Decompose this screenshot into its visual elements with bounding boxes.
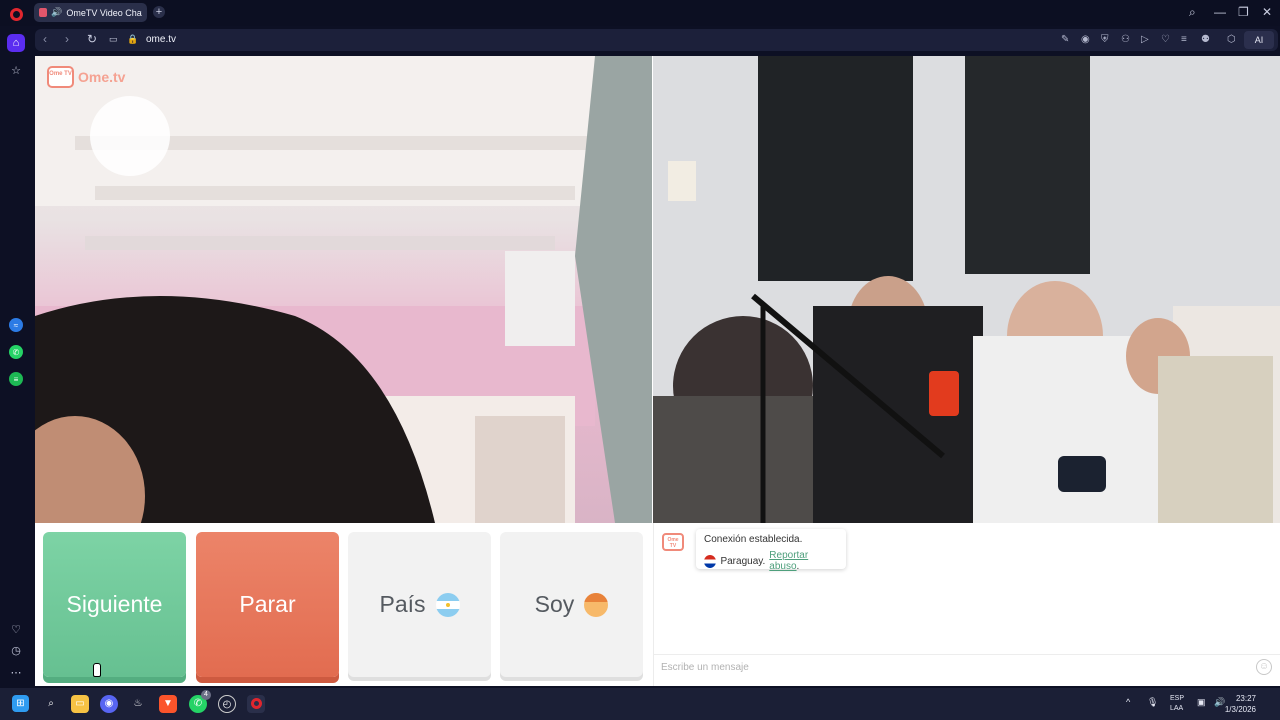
gender-button-label: Soy: [534, 591, 575, 617]
extensions-icon[interactable]: ⬡: [1227, 34, 1236, 45]
start-icon[interactable]: ⊞: [12, 695, 29, 712]
whatsapp-icon[interactable]: ✆: [9, 345, 23, 359]
language-indicator[interactable]: ESP LAA: [1170, 694, 1184, 714]
message-placeholder: Escribe un mensaje: [661, 662, 749, 673]
brave-icon[interactable]: ▼: [159, 695, 177, 713]
file-explorer-icon[interactable]: ▭: [71, 695, 89, 713]
address-bar[interactable]: ‹ › ↻ ▭ 🔒 ome.tv ✎ ◉ ⛨ ⚇ ▷ ♡ ≡ ⚉ ⬡ AI: [35, 29, 1278, 51]
speaker-icon[interactable]: 🔊: [51, 7, 62, 18]
camera-icon[interactable]: ◉: [1081, 34, 1090, 45]
display-icon[interactable]: ▣: [1197, 697, 1206, 708]
next-button[interactable]: Siguiente: [43, 532, 186, 677]
ometv-page: Ome TV Ome.tv Siguiente Parar País Soy O…: [35, 56, 1280, 686]
messenger-icon[interactable]: ≈: [9, 318, 23, 332]
clock-app-icon[interactable]: ◴: [218, 695, 236, 713]
opera-sidebar: ⌂ ☆ ≈ ✆ ≡ ♡ ◷ ⋯: [0, 26, 33, 686]
url-text[interactable]: ome.tv: [146, 34, 176, 45]
remote-video: [653, 56, 1280, 523]
lock-icon: 🔒: [127, 34, 139, 44]
tab-search-icon[interactable]: ⌕: [1189, 5, 1196, 20]
message-input[interactable]: Escribe un mensaje ☺: [654, 654, 1280, 680]
new-tab-button[interactable]: +: [153, 6, 165, 18]
vpn-icon[interactable]: ⚇: [1121, 34, 1130, 45]
language-line2: LAA: [1170, 705, 1184, 712]
back-icon[interactable]: ‹: [43, 32, 47, 46]
partner-country: Paraguay.: [720, 555, 766, 567]
shield-icon[interactable]: ⛨: [1101, 34, 1109, 45]
language-line1: ESP: [1170, 695, 1185, 702]
argentina-flag-icon: [435, 592, 460, 617]
ai-button[interactable]: AI: [1244, 31, 1274, 49]
clock[interactable]: 23:27 1/3/2026: [1225, 693, 1256, 715]
report-abuse-link[interactable]: Reportar abuso: [769, 550, 808, 572]
emoji-icon[interactable]: ☺: [1256, 659, 1272, 675]
restore-button[interactable]: ❐: [1238, 5, 1249, 19]
tab-ometv[interactable]: 🔊 OmeTV Video Chat -: [34, 3, 147, 22]
steam-icon[interactable]: ♨: [129, 695, 147, 713]
gender-button[interactable]: Soy: [500, 532, 643, 677]
reload-icon[interactable]: ↻: [87, 32, 97, 46]
next-button-label: Siguiente: [66, 591, 163, 617]
menu-icon[interactable]: ≡: [1181, 34, 1187, 45]
spotify-icon[interactable]: ≡: [9, 372, 23, 386]
search-icon[interactable]: ⌕: [42, 695, 60, 713]
ometv-chat-icon: Ome TV: [662, 533, 684, 551]
heart-icon[interactable]: ♡: [7, 620, 25, 638]
more-icon[interactable]: ⋯: [7, 663, 25, 681]
windows-taskbar: ⊞ ⌕ ▭ ◉ ♨ ▼ ✆ 4 ◴ ^ 🎙 ESP LAA ▣ 🔊 23:27 …: [0, 688, 1280, 720]
tab-title: OmeTV Video Chat -: [66, 7, 142, 18]
remote-video-scene: [653, 56, 1280, 523]
local-video: Ome TV Ome.tv: [35, 56, 652, 523]
clock-time: 23:27: [1235, 694, 1256, 703]
bookmarks-icon[interactable]: ☆: [7, 61, 25, 79]
forward-icon[interactable]: ›: [65, 32, 69, 46]
tab-snapshot-icon[interactable]: ▭: [109, 34, 118, 45]
ometv-tv-icon: Ome TV: [47, 66, 74, 88]
chat-panel: Ome TV Conexión establecida. Paraguay. R…: [653, 523, 1280, 686]
stop-button-label: Parar: [239, 591, 296, 617]
ometv-favicon-icon: [39, 8, 48, 17]
opera-logo-icon[interactable]: [10, 8, 23, 21]
home-icon[interactable]: ⌂: [7, 34, 25, 52]
edit-icon[interactable]: ✎: [1061, 34, 1069, 45]
clock-date: 1/3/2026: [1224, 705, 1256, 714]
system-message: Conexión establecida. Paraguay. Reportar…: [696, 529, 846, 572]
country-button-label: País: [379, 591, 426, 617]
connection-status: Conexión establecida.: [704, 534, 803, 545]
play-icon[interactable]: ▷: [1141, 34, 1149, 45]
paraguay-flag-icon: [704, 554, 717, 568]
whatsapp-badge: 4: [201, 690, 211, 700]
discord-icon[interactable]: ◉: [100, 695, 118, 713]
logo-text: Ome.tv: [78, 69, 126, 85]
minimize-button[interactable]: —: [1214, 5, 1226, 19]
whatsapp-taskbar-icon[interactable]: ✆ 4: [189, 690, 211, 713]
country-button[interactable]: País: [348, 532, 491, 677]
history-icon[interactable]: ◷: [7, 641, 25, 659]
opera-taskbar-icon[interactable]: [247, 695, 265, 713]
profile-icon[interactable]: ⚉: [1201, 34, 1210, 45]
mouse-cursor-icon: [93, 663, 101, 677]
stop-button[interactable]: Parar: [196, 532, 339, 677]
boy-emoji-icon: [584, 592, 609, 617]
partner-country-line: Paraguay. Reportar abuso.: [704, 550, 838, 572]
volume-icon[interactable]: 🔊: [1214, 697, 1225, 708]
heart-icon[interactable]: ♡: [1161, 34, 1170, 45]
close-button[interactable]: ✕: [1262, 5, 1272, 19]
microphone-icon[interactable]: 🎙: [1147, 697, 1158, 708]
ometv-logo[interactable]: Ome TV Ome.tv: [47, 66, 125, 88]
browser-tab-bar: 🔊 OmeTV Video Chat - + ⌕ — ❐ ✕: [0, 0, 1280, 26]
report-suffix: .: [796, 561, 800, 572]
address-bar-area: ‹ › ↻ ▭ 🔒 ome.tv ✎ ◉ ⛨ ⚇ ▷ ♡ ≡ ⚉ ⬡ AI: [33, 26, 1280, 54]
tray-expand-icon[interactable]: ^: [1126, 697, 1130, 707]
local-video-scene: [35, 56, 652, 523]
